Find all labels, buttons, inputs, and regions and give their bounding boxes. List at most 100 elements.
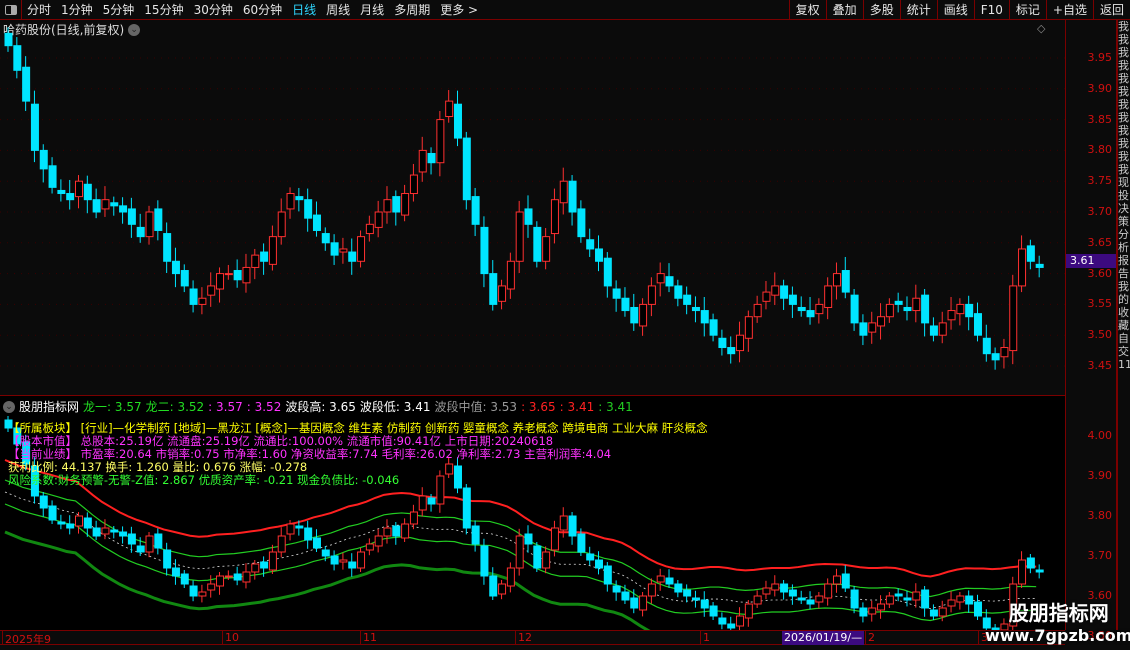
period-tab-9[interactable]: 多周期 xyxy=(389,1,435,18)
candle xyxy=(691,296,700,323)
candle-body xyxy=(83,183,92,201)
candle-body xyxy=(242,571,251,583)
candle-body xyxy=(683,294,692,305)
candle xyxy=(815,298,824,324)
candle-body xyxy=(736,334,745,352)
candle xyxy=(154,200,163,241)
toolbar-button-0[interactable]: 复权 xyxy=(788,0,826,20)
toolbar-button-2[interactable]: 多股 xyxy=(862,0,900,20)
candle-body xyxy=(577,208,586,238)
candle-body xyxy=(877,603,886,611)
indicator-tick: 3.90 xyxy=(1087,469,1113,482)
candle xyxy=(973,302,982,342)
candle-body xyxy=(894,300,903,305)
date-label: 11 xyxy=(360,631,377,645)
candle xyxy=(1000,338,1009,369)
period-tab-7[interactable]: 周线 xyxy=(321,1,355,18)
price-tick: 3.60 xyxy=(1087,266,1113,280)
period-tab-1[interactable]: 1分钟 xyxy=(56,1,98,18)
candle-body xyxy=(938,322,947,336)
candle-body xyxy=(1026,557,1035,569)
period-tab-0[interactable]: 分时 xyxy=(22,1,56,18)
candle xyxy=(66,179,75,210)
period-tab-2[interactable]: 5分钟 xyxy=(98,1,140,18)
candle xyxy=(374,200,383,238)
period-tab-3[interactable]: 15分钟 xyxy=(139,1,188,18)
candle-body xyxy=(189,585,198,597)
period-tab-10[interactable]: 更多 > xyxy=(435,1,483,18)
candle xyxy=(894,292,903,313)
candle xyxy=(568,175,577,226)
candlestick-chart[interactable] xyxy=(0,20,1065,630)
candle-body xyxy=(973,313,982,336)
indicator-value: 波段中值: 3.53 xyxy=(434,400,518,414)
toolbar-button-4[interactable]: 画线 xyxy=(936,0,974,20)
price-tick: 3.90 xyxy=(1087,81,1113,95)
current-price-label: 3.61 xyxy=(1066,254,1116,268)
candle-body xyxy=(956,595,965,603)
candle-body xyxy=(48,505,57,521)
candle-body xyxy=(392,196,401,213)
candle xyxy=(938,311,947,344)
sidebar-toggle-button[interactable] xyxy=(0,0,22,20)
candle-body xyxy=(163,233,172,262)
candle-body xyxy=(938,607,947,617)
candle-body xyxy=(991,353,1000,361)
candle-body xyxy=(780,285,789,299)
toolbar-button-1[interactable]: 叠加 xyxy=(825,0,863,20)
candle-body xyxy=(207,583,216,591)
candle xyxy=(383,186,392,224)
candle-body xyxy=(506,260,515,290)
toolbar-button-7[interactable]: +自选 xyxy=(1045,0,1093,20)
candle-body xyxy=(621,591,630,601)
candle xyxy=(850,289,859,331)
period-tab-8[interactable]: 月线 xyxy=(355,1,389,18)
candle-body xyxy=(30,103,39,151)
candle-body xyxy=(524,208,533,225)
candle xyxy=(216,267,225,303)
candle-body xyxy=(674,583,683,593)
candle xyxy=(321,227,330,251)
period-tab-5[interactable]: 60分钟 xyxy=(238,1,287,18)
candle-body xyxy=(145,535,154,553)
period-tab-4[interactable]: 30分钟 xyxy=(189,1,238,18)
toolbar-button-8[interactable]: 返回 xyxy=(1092,0,1130,20)
candle xyxy=(189,280,198,313)
right-side-tabs[interactable]: 我我我我我我我我我我我我现投决策分析报告我的收藏自交1111111 xyxy=(1117,20,1130,630)
candle-body xyxy=(639,595,648,611)
candle-body xyxy=(383,199,392,213)
candle-body xyxy=(4,32,13,47)
candle-body xyxy=(832,273,841,287)
candle-body xyxy=(506,567,515,587)
candle xyxy=(286,187,295,219)
chevron-down-icon[interactable]: ⌄ xyxy=(3,400,15,413)
candle-body xyxy=(603,257,612,287)
candle xyxy=(110,196,119,216)
candle-body xyxy=(374,211,383,228)
candle xyxy=(929,317,938,342)
candle-body xyxy=(965,595,974,605)
toolbar-button-6[interactable]: 标记 xyxy=(1008,0,1046,20)
panel-divider[interactable] xyxy=(0,395,1065,396)
candle xyxy=(903,296,912,321)
candle-body xyxy=(595,559,604,569)
candle-body xyxy=(824,583,833,599)
toolbar-button-3[interactable]: 统计 xyxy=(899,0,937,20)
candle-body xyxy=(665,577,674,585)
candle xyxy=(409,163,418,202)
candle-body xyxy=(912,297,921,312)
price-tick: 3.50 xyxy=(1087,328,1113,342)
candle-body xyxy=(612,585,621,593)
indicator-value: 龙一: 3.57 xyxy=(83,400,142,414)
indicator-name[interactable]: 股朋指标网 xyxy=(19,398,79,415)
candle-body xyxy=(365,223,374,235)
candle xyxy=(119,197,128,224)
candle-body xyxy=(171,567,180,577)
candle-body xyxy=(947,599,956,607)
candle xyxy=(965,295,974,331)
period-tab-6[interactable]: 日线 xyxy=(287,1,321,18)
candle-body xyxy=(66,523,75,529)
candle-body xyxy=(401,193,410,216)
candle xyxy=(48,157,57,194)
toolbar-button-5[interactable]: F10 xyxy=(973,0,1009,20)
